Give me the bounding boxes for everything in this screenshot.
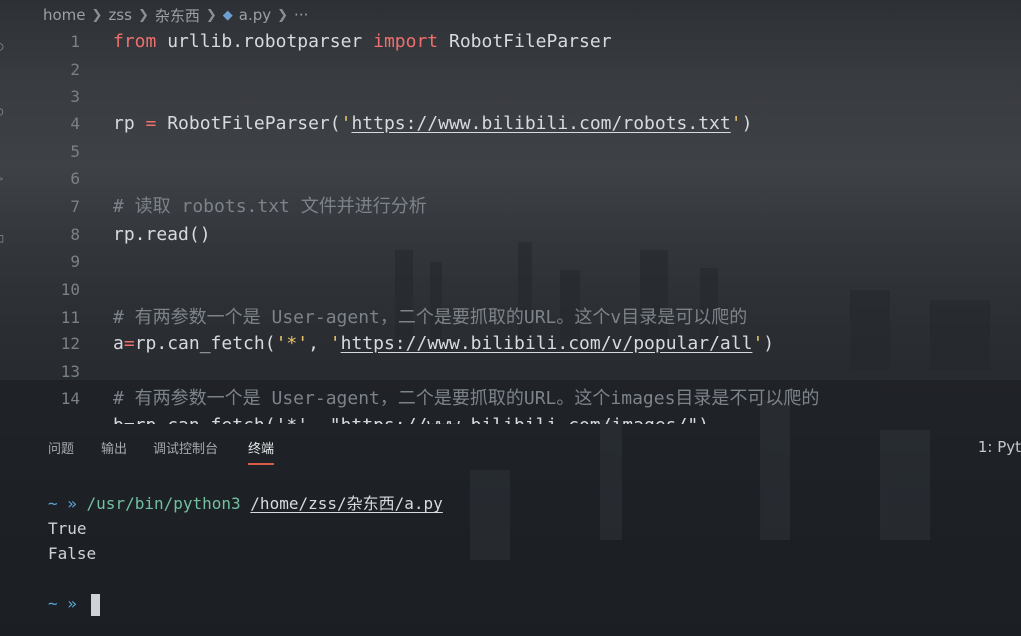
line-number: 3 [70, 87, 80, 106]
line-number: 8 [70, 225, 80, 244]
code-text: from urllib.robotparser import RobotFile… [113, 28, 612, 55]
breadcrumb-item-folder[interactable]: 杂东西 [155, 5, 200, 26]
line-number: 12 [60, 334, 80, 353]
code-text: b=rp.can_fetch('*', "https://www.bilibil… [113, 412, 709, 424]
code-line: 10 [0, 276, 1021, 303]
line-number: 2 [70, 60, 80, 79]
code-line: 2 [0, 56, 1021, 83]
module-name: urllib.robotparser [156, 31, 374, 52]
code-token: RobotFileParser( [156, 113, 341, 134]
line-number: 13 [60, 362, 80, 381]
code-line: 4 rp = RobotFileParser('https://www.bili… [0, 110, 1021, 137]
breadcrumb-item-file[interactable]: a.py [239, 6, 271, 24]
code-comment: # 读取 robots.txt 文件并进行分析 [113, 196, 427, 217]
chevron-right-icon: ❯ [137, 7, 149, 23]
breadcrumb-item-more[interactable]: ··· [294, 6, 308, 24]
line-number: 10 [60, 280, 80, 299]
terminal-command: /usr/bin/python3 [86, 494, 241, 513]
line-number: 5 [70, 142, 80, 161]
panel-tab-bar: 问题 输出 调试控制台 终端 1: Pyt [0, 430, 1021, 465]
line-number: 14 [60, 389, 80, 408]
code-text: rp = RobotFileParser('https://www.bilibi… [113, 110, 752, 137]
url-link[interactable]: https://www.bilibili.com/v/popular/all [341, 333, 753, 354]
terminal-prompt: ~ » [48, 494, 87, 513]
tab-problems[interactable]: 问题 [48, 438, 74, 457]
code-line: 11 # 有两参数一个是 User-agent，二个是要抓取的URL。这个v目录… [0, 304, 1021, 331]
code-line: 12 a=rp.can_fetch('*', 'https://www.bili… [0, 330, 1021, 357]
code-token: rp [113, 113, 146, 134]
python-file-icon: ◆ [222, 7, 233, 23]
code-editor[interactable]: 1 from urllib.robotparser import RobotFi… [0, 28, 1021, 424]
code-line: 6 [0, 165, 1021, 192]
code-line: 5 [0, 138, 1021, 165]
code-line: 9 [0, 248, 1021, 275]
keyword-from: from [113, 31, 157, 52]
line-number: 7 [70, 197, 80, 216]
string-quote: ' [329, 333, 341, 354]
code-line: 13 [0, 358, 1021, 385]
terminal-prompt: ~ » [48, 594, 87, 613]
string-quote: ' [730, 113, 742, 134]
code-token: ) [741, 113, 753, 134]
string-quote: ' [340, 113, 352, 134]
string-literal: '*' [275, 333, 309, 354]
code-comment: # 有两参数一个是 User-agent，二个是要抓取的URL。这个v目录是可以… [113, 307, 748, 328]
terminal-file-path[interactable]: /home/zss/杂东西/a.py [250, 494, 443, 513]
tab-terminal[interactable]: 终端 [248, 438, 275, 465]
line-number: 11 [60, 308, 80, 327]
terminal-input-line: ~ » [48, 592, 100, 616]
chevron-right-icon: ❯ [91, 7, 103, 23]
line-number: 1 [70, 32, 80, 51]
terminal[interactable]: ~ » /usr/bin/python3 /home/zss/杂东西/a.py … [0, 470, 1021, 636]
terminal-cursor [90, 593, 100, 616]
terminal-command-line: ~ » /usr/bin/python3 /home/zss/杂东西/a.py [48, 492, 443, 516]
line-number: 6 [70, 169, 80, 188]
breadcrumb-item-zss[interactable]: zss [108, 6, 132, 24]
operator: = [123, 333, 135, 354]
terminal-output-line: True [48, 519, 87, 538]
breadcrumb: home ❯ zss ❯ 杂东西 ❯ ◆ a.py ❯ ··· [43, 4, 308, 26]
url-link[interactable]: https://www.bilibili.com/robots.txt [351, 113, 730, 134]
line-number: 4 [70, 114, 80, 133]
code-token: a [113, 333, 124, 354]
code-line: b=rp.can_fetch('*', "https://www.bilibil… [0, 412, 1021, 424]
code-text: a=rp.can_fetch('*', 'https://www.bilibil… [113, 330, 774, 357]
chevron-right-icon: ❯ [277, 7, 289, 23]
code-token: ) [763, 333, 775, 354]
terminal-output-line: False [48, 544, 97, 563]
code-token: , [308, 333, 330, 354]
tab-output[interactable]: 输出 [101, 438, 127, 457]
keyword-import: import [373, 31, 439, 52]
code-line: 8 rp.read() [0, 221, 1021, 248]
code-text: rp.read() [113, 224, 211, 245]
class-name: RobotFileParser [438, 31, 612, 52]
code-line: 3 [0, 83, 1021, 110]
code-token: rp.can_fetch( [134, 333, 276, 354]
code-comment: # 有两参数一个是 User-agent，二个是要抓取的URL。这个images… [113, 388, 820, 409]
breadcrumb-item-home[interactable]: home [43, 6, 86, 24]
string-quote: ' [752, 333, 764, 354]
code-line: 1 from urllib.robotparser import RobotFi… [0, 28, 1021, 55]
code-line: 14 # 有两参数一个是 User-agent，二个是要抓取的URL。这个ima… [0, 385, 1021, 412]
chevron-right-icon: ❯ [205, 7, 217, 23]
terminal-select-dropdown[interactable]: 1: Pyt [978, 438, 1021, 456]
line-number: 9 [70, 252, 80, 271]
code-line: 7 # 读取 robots.txt 文件并进行分析 [0, 193, 1021, 220]
tab-debug-console[interactable]: 调试控制台 [153, 438, 218, 457]
operator: = [145, 113, 157, 134]
